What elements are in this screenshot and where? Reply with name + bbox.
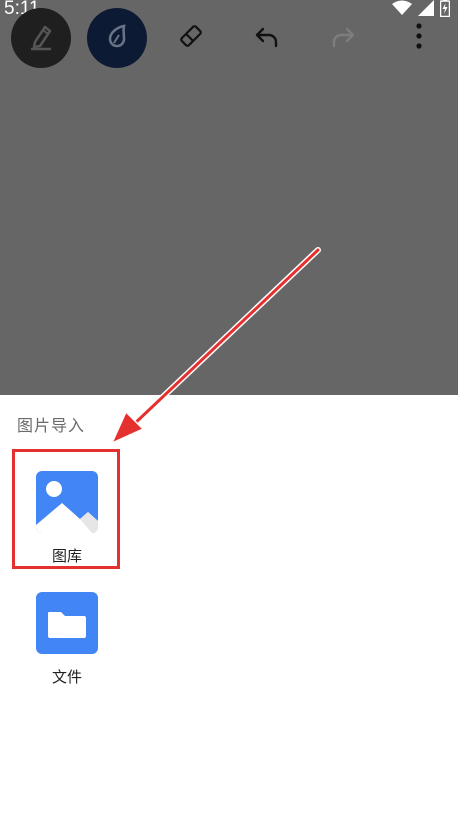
screen: 5:11 图片导入 图库 文件 xyxy=(0,0,458,820)
more-options-button[interactable] xyxy=(389,8,449,68)
pen-tool-button[interactable] xyxy=(11,8,71,68)
sheet-title: 图片导入 xyxy=(17,416,86,435)
eraser-icon xyxy=(176,21,206,55)
folder-icon xyxy=(36,592,98,654)
files-label: 文件 xyxy=(51,668,82,686)
more-vertical-icon xyxy=(414,21,424,55)
files-option[interactable]: 文件 xyxy=(26,592,108,702)
redo-icon xyxy=(328,21,358,55)
eraser-tool-button[interactable] xyxy=(161,8,221,68)
undo-button[interactable] xyxy=(237,8,297,68)
ink-tool-button[interactable] xyxy=(87,8,147,68)
pen-icon xyxy=(26,21,56,55)
redo-button[interactable] xyxy=(313,8,373,68)
ink-drop-icon xyxy=(102,21,132,55)
undo-icon xyxy=(252,21,282,55)
highlight-box xyxy=(12,449,120,569)
drawing-toolbar xyxy=(0,8,458,70)
